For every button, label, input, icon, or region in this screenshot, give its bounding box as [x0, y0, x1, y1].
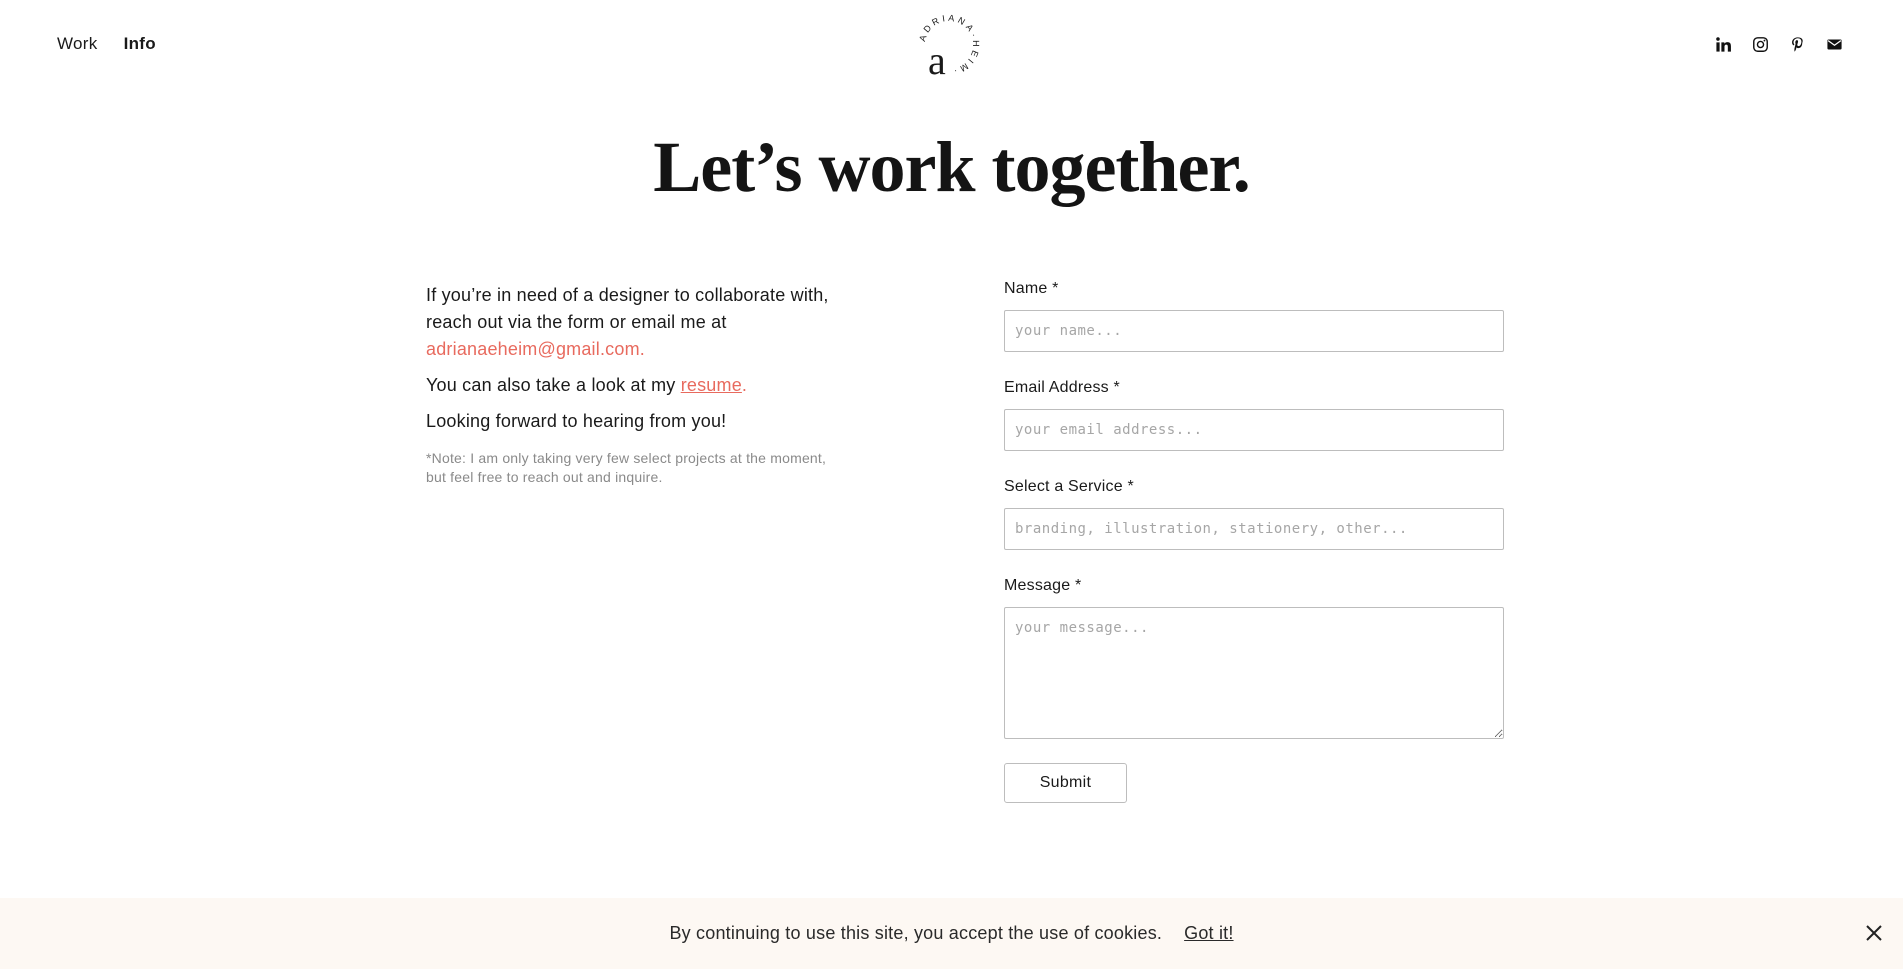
- close-icon[interactable]: [1861, 920, 1887, 946]
- intro-paragraph: If you’re in need of a designer to colla…: [426, 282, 846, 363]
- linkedin-icon[interactable]: [1714, 35, 1732, 53]
- mail-icon[interactable]: [1825, 35, 1843, 53]
- availability-note: *Note: I am only taking very few select …: [426, 450, 827, 485]
- message-label: Message *: [1004, 577, 1082, 594]
- resume-prefix: You can also take a look at my: [426, 375, 676, 395]
- email-link[interactable]: adrianaeheim@gmail.com.: [426, 339, 645, 359]
- resume-link[interactable]: resume: [681, 375, 742, 395]
- page-title: Let’s work together.: [653, 127, 1251, 207]
- message-textarea[interactable]: [1004, 607, 1504, 739]
- contact-form: Name * Email Address * Select a Service …: [1004, 280, 1504, 803]
- main-nav: Work Info: [57, 34, 156, 54]
- social-links: [1714, 35, 1843, 53]
- nav-info-link[interactable]: Info: [124, 34, 156, 54]
- site-logo[interactable]: ADRIANA·HEIM· a: [914, 10, 984, 83]
- resume-paragraph: You can also take a look at my resume.: [426, 372, 846, 399]
- submit-button[interactable]: Submit: [1004, 763, 1127, 803]
- logo-letter: a: [928, 38, 946, 80]
- email-input[interactable]: [1004, 409, 1504, 451]
- nav-work-link[interactable]: Work: [57, 34, 98, 54]
- cookie-text: By continuing to use this site, you acce…: [669, 923, 1163, 943]
- email-label: Email Address *: [1004, 379, 1120, 396]
- name-label: Name *: [1004, 280, 1059, 297]
- service-input[interactable]: [1004, 508, 1504, 550]
- svg-text:ADRIANA·HEIM·: ADRIANA·HEIM·: [917, 13, 981, 77]
- resume-period: .: [741, 375, 748, 395]
- closing-paragraph: Looking forward to hearing from you!: [426, 411, 727, 431]
- intro-text-1: If you’re in need of a designer to colla…: [426, 285, 829, 332]
- intro-text: If you’re in need of a designer to colla…: [426, 282, 846, 487]
- logo-mark: ADRIANA·HEIM· a: [917, 13, 981, 83]
- name-input[interactable]: [1004, 310, 1504, 352]
- site-header: Work Info ADRIANA·HEIM· a: [0, 0, 1903, 90]
- cookie-banner: By continuing to use this site, you acce…: [0, 898, 1903, 969]
- pinterest-icon[interactable]: [1788, 35, 1806, 53]
- logo-ring-text: ADRIANA·HEIM·: [917, 13, 978, 77]
- instagram-icon[interactable]: [1751, 35, 1769, 53]
- service-label: Select a Service *: [1004, 478, 1134, 495]
- cookie-accept-link[interactable]: Got it!: [1184, 923, 1233, 944]
